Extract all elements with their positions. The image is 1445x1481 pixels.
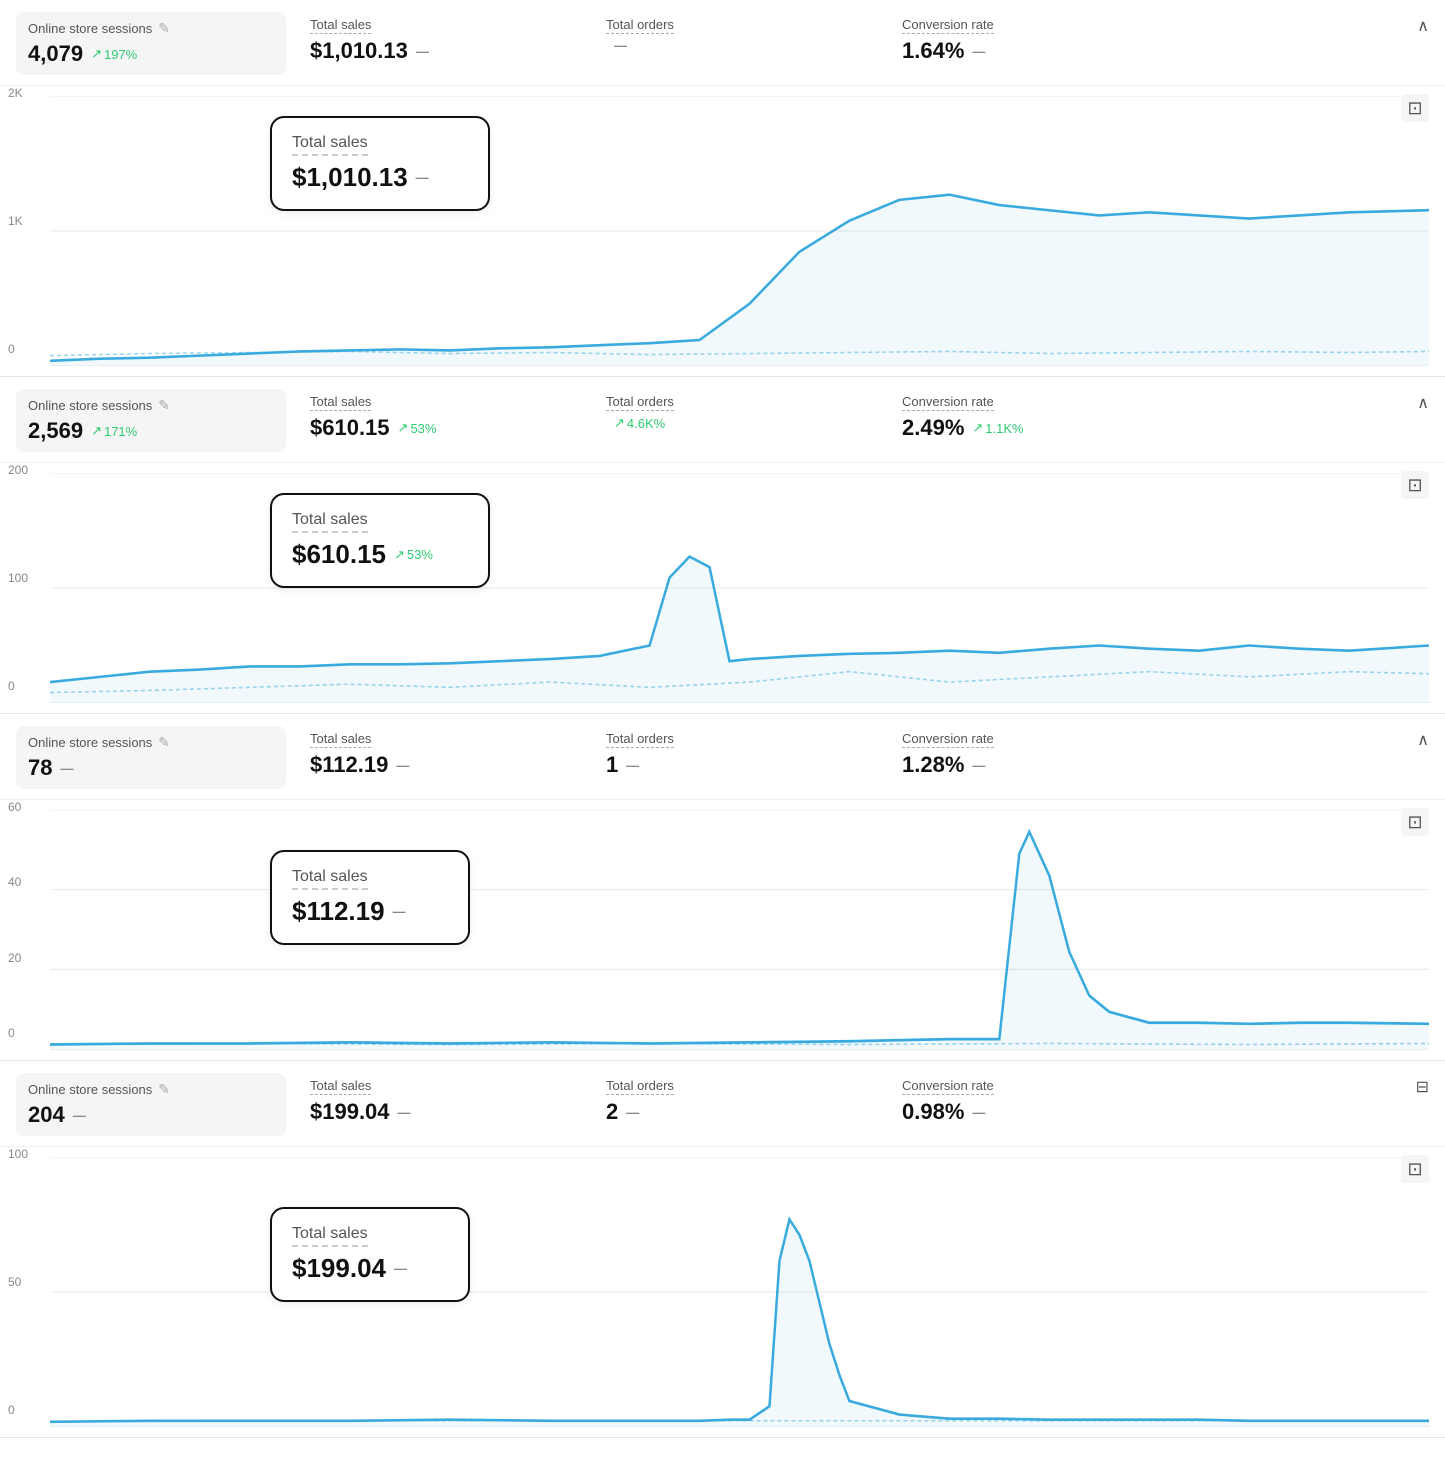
- tooltip-value-4: $199.04 —: [292, 1253, 448, 1284]
- sessions-label-3: Online store sessions ✎: [28, 734, 274, 751]
- sales-label-2: Total sales: [310, 394, 371, 411]
- sales-value-2: $610.15 ↗ 53%: [310, 415, 574, 441]
- metrics-row-1: Online store sessions ✎ 4,079 ↗ 197% Tot…: [0, 0, 1445, 86]
- tooltip-title-4: Total sales: [292, 1225, 448, 1247]
- section-3: Online store sessions ✎ 78 — Total sales…: [0, 714, 1445, 1061]
- conversion-cell-3: Conversion rate 1.28% —: [894, 726, 1429, 782]
- y-axis-4: 100 50 0: [8, 1147, 28, 1417]
- compare-icon-1[interactable]: ⊡: [1401, 94, 1429, 122]
- sessions-cell-4: Online store sessions ✎ 204 —: [16, 1073, 286, 1136]
- sales-cell-1: Total sales $1,010.13 —: [302, 12, 582, 68]
- tooltip-value-2: $610.15 ↗ 53%: [292, 539, 468, 570]
- sales-cell-4: Total sales $199.04 —: [302, 1073, 582, 1129]
- sessions-value-2: 2,569 ↗ 171%: [28, 418, 274, 444]
- section-1: Online store sessions ✎ 4,079 ↗ 197% Tot…: [0, 0, 1445, 377]
- conversion-label-4: Conversion rate: [902, 1078, 994, 1095]
- conversion-label-1: Conversion rate: [902, 17, 994, 34]
- sessions-cell-1: Online store sessions ✎ 4,079 ↗ 197%: [16, 12, 286, 75]
- section-4: Online store sessions ✎ 204 — Total sale…: [0, 1061, 1445, 1438]
- sales-value-1: $1,010.13 —: [310, 38, 574, 64]
- tooltip-title-2: Total sales: [292, 511, 468, 533]
- collapse-icon-1[interactable]: ∧: [1417, 16, 1429, 36]
- chart-svg-1: [50, 96, 1429, 366]
- sessions-label-1: Online store sessions ✎: [28, 20, 274, 37]
- collapse-icon-3[interactable]: ∧: [1417, 730, 1429, 750]
- orders-label-2: Total orders: [606, 394, 674, 411]
- orders-value-3: 1 —: [606, 752, 870, 778]
- sessions-cell-2: Online store sessions ✎ 2,569 ↗ 171%: [16, 389, 286, 452]
- tooltip-title-1: Total sales: [292, 134, 468, 156]
- edit-icon-4[interactable]: ✎: [158, 1081, 170, 1098]
- tooltip-card-2: Total sales $610.15 ↗ 53%: [270, 493, 490, 588]
- conversion-cell-1: Conversion rate 1.64% —: [894, 12, 1429, 68]
- sales-cell-2: Total sales $610.15 ↗ 53%: [302, 389, 582, 445]
- collapse-icon-4[interactable]: ⊟: [1416, 1077, 1429, 1097]
- orders-label-3: Total orders: [606, 731, 674, 748]
- orders-cell-2: Total orders ↗ 4.6K%: [598, 389, 878, 435]
- y-axis-3: 60 40 20 0: [8, 800, 21, 1040]
- conversion-value-2: 2.49% ↗ 1.1K%: [902, 415, 1421, 441]
- sessions-value-3: 78 —: [28, 755, 274, 781]
- compare-icon-4[interactable]: ⊡: [1401, 1155, 1429, 1183]
- metrics-row-2: Online store sessions ✎ 2,569 ↗ 171% Tot…: [0, 377, 1445, 463]
- sessions-cell-3: Online store sessions ✎ 78 —: [16, 726, 286, 789]
- chart-svg-4: [50, 1157, 1429, 1427]
- orders-label-4: Total orders: [606, 1078, 674, 1095]
- tooltip-card-3: Total sales $112.19 —: [270, 850, 470, 945]
- chart-area-4: 100 50 0 Total sales $199.04 — ⊡: [0, 1147, 1445, 1437]
- metrics-row-3: Online store sessions ✎ 78 — Total sales…: [0, 714, 1445, 800]
- tooltip-value-1: $1,010.13 —: [292, 162, 468, 193]
- edit-icon-2[interactable]: ✎: [158, 397, 170, 414]
- sessions-value-4: 204 —: [28, 1102, 274, 1128]
- conversion-value-3: 1.28% —: [902, 752, 1421, 778]
- orders-value-1: —: [606, 38, 870, 53]
- sales-label-3: Total sales: [310, 731, 371, 748]
- compare-icon-3[interactable]: ⊡: [1401, 808, 1429, 836]
- orders-label-1: Total orders: [606, 17, 674, 34]
- y-axis-2: 200 100 0: [8, 463, 28, 693]
- edit-icon-1[interactable]: ✎: [158, 20, 170, 37]
- chart-area-1: 2K 1K 0 Total sales $1,010.13 — ⊡: [0, 86, 1445, 376]
- y-axis-1: 2K 1K 0: [8, 86, 23, 356]
- tooltip-card-1: Total sales $1,010.13 —: [270, 116, 490, 211]
- conversion-label-3: Conversion rate: [902, 731, 994, 748]
- conversion-value-1: 1.64% —: [902, 38, 1421, 64]
- sessions-change-1: ↗ 197%: [91, 46, 137, 62]
- sessions-label-4: Online store sessions ✎: [28, 1081, 274, 1098]
- tooltip-value-3: $112.19 —: [292, 896, 448, 927]
- sales-value-4: $199.04 —: [310, 1099, 574, 1125]
- sales-value-3: $112.19 —: [310, 752, 574, 778]
- compare-icon-2[interactable]: ⊡: [1401, 471, 1429, 499]
- sessions-label-2: Online store sessions ✎: [28, 397, 274, 414]
- chart-area-2: 200 100 0 Total sales $610.15 ↗ 53% ⊡: [0, 463, 1445, 713]
- sales-cell-3: Total sales $112.19 —: [302, 726, 582, 782]
- sessions-value-1: 4,079 ↗ 197%: [28, 41, 274, 67]
- sales-label-4: Total sales: [310, 1078, 371, 1095]
- orders-cell-3: Total orders 1 —: [598, 726, 878, 782]
- conversion-cell-4: Conversion rate 0.98% —: [894, 1073, 1429, 1129]
- sessions-change-2: ↗ 171%: [91, 423, 137, 439]
- orders-value-4: 2 —: [606, 1099, 870, 1125]
- chart-svg-2: [50, 473, 1429, 703]
- conversion-value-4: 0.98% —: [902, 1099, 1421, 1125]
- collapse-icon-2[interactable]: ∧: [1417, 393, 1429, 413]
- edit-icon-3[interactable]: ✎: [158, 734, 170, 751]
- conversion-cell-2: Conversion rate 2.49% ↗ 1.1K%: [894, 389, 1429, 445]
- chart-svg-3: [50, 810, 1429, 1050]
- orders-value-2: ↗ 4.6K%: [606, 415, 870, 431]
- tooltip-card-4: Total sales $199.04 —: [270, 1207, 470, 1302]
- conversion-label-2: Conversion rate: [902, 394, 994, 411]
- metrics-row-4: Online store sessions ✎ 204 — Total sale…: [0, 1061, 1445, 1147]
- chart-area-3: 60 40 20 0 Total sales $112.19 — ⊡: [0, 800, 1445, 1060]
- sales-label-1: Total sales: [310, 17, 371, 34]
- orders-cell-4: Total orders 2 —: [598, 1073, 878, 1129]
- tooltip-title-3: Total sales: [292, 868, 448, 890]
- section-2: Online store sessions ✎ 2,569 ↗ 171% Tot…: [0, 377, 1445, 714]
- orders-cell-1: Total orders —: [598, 12, 878, 57]
